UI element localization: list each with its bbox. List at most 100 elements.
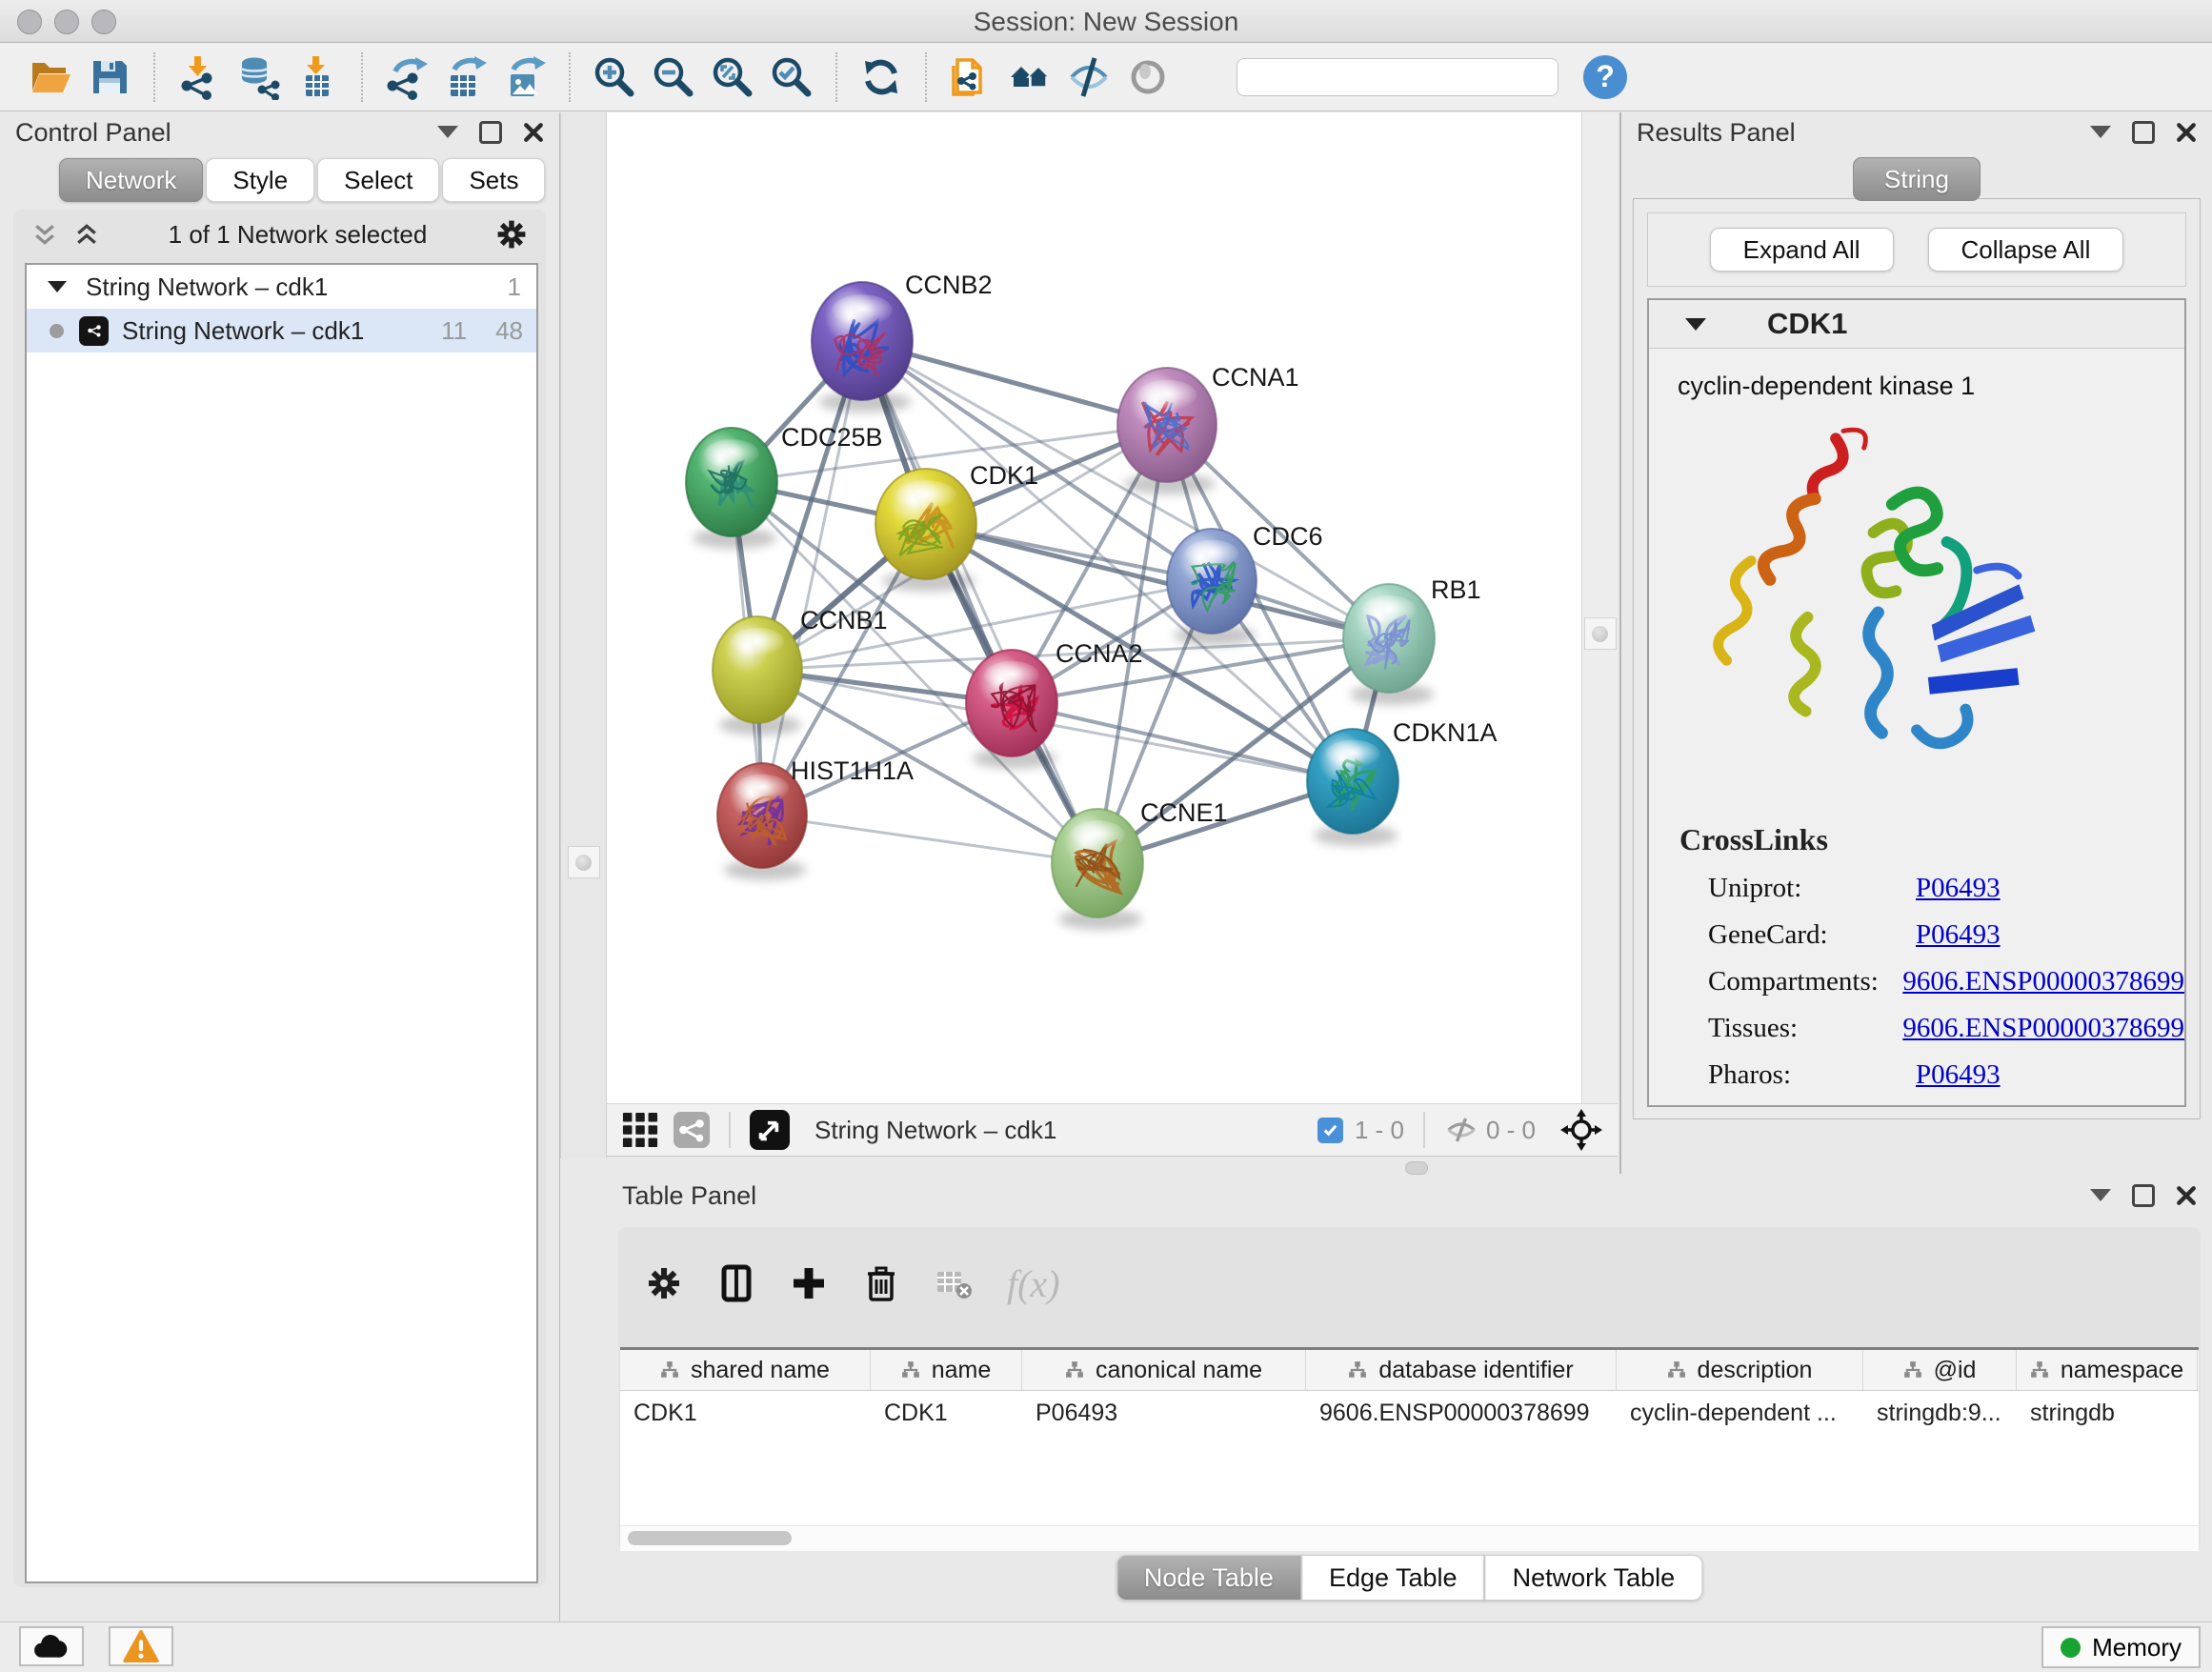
network-graph[interactable]: CCNB2CCNA1CDC25BCDK1CDC6RB1CCNB1CCNA2CDK…: [607, 112, 1581, 1103]
table-cell[interactable]: 9606.ENSP00000378699: [1306, 1391, 1617, 1435]
panel-close-icon[interactable]: [2176, 1185, 2197, 1206]
network-node-CDC25B[interactable]: [686, 428, 777, 536]
network-view-icon[interactable]: [674, 1112, 710, 1148]
crosslink-link[interactable]: P06493: [1916, 919, 2001, 951]
selected-checkbox-icon[interactable]: [1317, 1118, 1343, 1143]
table-horizontal-scrollbar[interactable]: [620, 1525, 2199, 1551]
network-node-CCNE1[interactable]: [1052, 809, 1143, 917]
gene-collapse-icon[interactable]: [1685, 318, 1706, 341]
column-header-database-identifier[interactable]: database identifier: [1306, 1350, 1617, 1390]
splitter-handle[interactable]: [1405, 1161, 1428, 1175]
table-cell[interactable]: P06493: [1022, 1391, 1306, 1435]
network-node-CCNB1[interactable]: [713, 616, 802, 723]
grid-view-icon[interactable]: [622, 1112, 658, 1148]
crosshair-icon[interactable]: [1560, 1109, 1602, 1151]
network-node-CDC6[interactable]: [1167, 529, 1257, 634]
zoom-out-button[interactable]: [646, 48, 701, 107]
network-node-CCNA2[interactable]: [966, 650, 1057, 756]
splitter-handle[interactable]: [568, 846, 600, 878]
export-image-button[interactable]: [497, 48, 553, 107]
zoom-fit-button[interactable]: [705, 48, 760, 107]
tab-network-table[interactable]: Network Table: [1485, 1555, 1703, 1601]
birdseye-view-icon[interactable]: [750, 1110, 790, 1150]
panel-float-icon[interactable]: [2132, 121, 2155, 144]
network-node-RB1[interactable]: [1343, 584, 1435, 693]
import-network-from-database-button[interactable]: [231, 48, 286, 107]
zoom-in-button[interactable]: [587, 48, 642, 107]
apply-layout-button[interactable]: [854, 48, 909, 107]
column-header-namespace[interactable]: namespace: [2017, 1350, 2198, 1390]
panel-float-icon[interactable]: [2132, 1184, 2155, 1207]
table-cell[interactable]: cyclin-dependent ...: [1617, 1391, 1863, 1435]
new-network-from-selection-button[interactable]: [943, 48, 998, 107]
tab-string[interactable]: String: [1853, 157, 1981, 201]
import-table-from-file-button[interactable]: [290, 48, 345, 107]
table-cell[interactable]: CDK1: [620, 1391, 871, 1435]
table-cell[interactable]: stringdb:9...: [1863, 1391, 2017, 1435]
hide-selection-button[interactable]: [1061, 48, 1116, 107]
show-columns-icon[interactable]: [717, 1264, 755, 1302]
help-button[interactable]: ?: [1583, 55, 1627, 99]
network-options-gear-icon[interactable]: [494, 217, 529, 252]
cloud-status-button[interactable]: [19, 1626, 84, 1666]
network-edge[interactable]: [762, 816, 1097, 863]
column-header-shared-name[interactable]: shared name: [620, 1350, 871, 1390]
import-network-from-file-button[interactable]: [171, 48, 227, 107]
panel-close-icon[interactable]: [2176, 122, 2197, 143]
search-input[interactable]: [1255, 63, 1554, 91]
network-node-CCNB2[interactable]: [812, 282, 913, 400]
table-cell[interactable]: stringdb: [2017, 1391, 2198, 1435]
export-network-button[interactable]: [379, 48, 434, 107]
tab-select[interactable]: Select: [317, 158, 439, 202]
add-column-icon[interactable]: [790, 1264, 828, 1302]
panel-menu-icon[interactable]: [2090, 1189, 2111, 1212]
export-table-button[interactable]: [438, 48, 493, 107]
network-canvas[interactable]: CCNB2CCNA1CDC25BCDK1CDC6RB1CCNB1CCNA2CDK…: [607, 112, 1581, 1103]
panel-menu-icon[interactable]: [437, 126, 458, 149]
column-header--id[interactable]: @id: [1863, 1350, 2017, 1390]
save-session-button[interactable]: [82, 48, 137, 107]
right-splitter[interactable]: [1581, 112, 1618, 1103]
column-header-description[interactable]: description: [1617, 1350, 1863, 1390]
table-settings-gear-icon[interactable]: [645, 1264, 683, 1302]
expand-all-networks-icon[interactable]: [72, 220, 101, 249]
tab-edge-table[interactable]: Edge Table: [1301, 1555, 1485, 1601]
warnings-button[interactable]: [109, 1626, 173, 1666]
network-collection-row[interactable]: String Network – cdk1 1: [27, 265, 536, 309]
panel-close-icon[interactable]: [523, 122, 544, 143]
column-header-name[interactable]: name: [871, 1350, 1022, 1390]
splitter-handle[interactable]: [1584, 617, 1617, 650]
crosslink-link[interactable]: P06493: [1916, 1059, 2001, 1091]
first-neighbors-button[interactable]: [1002, 48, 1057, 107]
tab-network[interactable]: Network: [59, 158, 203, 202]
delete-column-trash-icon[interactable]: [862, 1264, 900, 1302]
network-node-CDK1[interactable]: [875, 469, 976, 579]
network-node-CCNA1[interactable]: [1117, 368, 1217, 482]
memory-button[interactable]: Memory: [2041, 1626, 2201, 1668]
network-edge[interactable]: [762, 341, 862, 816]
open-file-button[interactable]: [23, 48, 78, 107]
network-node-CDKN1A[interactable]: [1307, 729, 1398, 834]
collection-expand-icon[interactable]: [48, 281, 67, 302]
left-splitter[interactable]: [560, 112, 607, 1158]
network-edge[interactable]: [1012, 703, 1353, 781]
panel-float-icon[interactable]: [479, 121, 502, 144]
collapse-all-button[interactable]: Collapse All: [1928, 228, 2124, 272]
crosslink-link[interactable]: 9606.ENSP00000378699: [1902, 966, 2184, 997]
crosslink-link[interactable]: P06493: [1916, 873, 2001, 904]
zoom-selected-button[interactable]: [764, 48, 819, 107]
crosslink-link[interactable]: 9606.ENSP00000378699: [1902, 1013, 2184, 1044]
expand-all-button[interactable]: Expand All: [1710, 228, 1894, 272]
tab-node-table[interactable]: Node Table: [1116, 1555, 1301, 1601]
network-row[interactable]: String Network – cdk1 11 48: [27, 309, 536, 353]
column-header-canonical-name[interactable]: canonical name: [1022, 1350, 1306, 1390]
gene-section-header[interactable]: CDK1: [1649, 300, 2184, 349]
tab-style[interactable]: Style: [206, 158, 314, 202]
table-cell[interactable]: CDK1: [871, 1391, 1022, 1435]
panel-menu-icon[interactable]: [2090, 126, 2111, 149]
show-all-button[interactable]: [1120, 48, 1176, 107]
scrollbar-thumb[interactable]: [628, 1531, 792, 1545]
tab-sets[interactable]: Sets: [442, 158, 545, 202]
collapse-all-networks-icon[interactable]: [30, 220, 59, 249]
table-row[interactable]: CDK1CDK1P064939606.ENSP00000378699cyclin…: [620, 1391, 2199, 1435]
